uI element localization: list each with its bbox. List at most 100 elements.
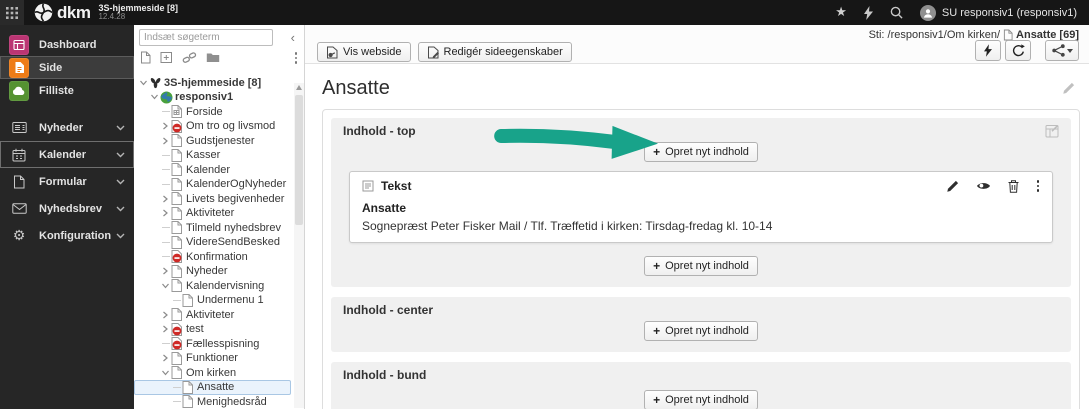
apps-grid-icon[interactable]	[0, 0, 24, 25]
edit-grid-icon[interactable]	[1045, 124, 1059, 138]
sidebar-item-dashboard[interactable]: Dashboard	[0, 33, 134, 56]
delete-trash-icon[interactable]	[1008, 179, 1019, 193]
sidebar-item-label: Side	[39, 61, 63, 74]
search-icon[interactable]	[890, 6, 903, 19]
tree-node-om-tro-og-livsmod[interactable]: Om tro og livsmod	[134, 119, 291, 134]
tree-node-funktioner[interactable]: Funktioner	[134, 351, 291, 366]
folder-icon[interactable]	[206, 52, 220, 63]
visibility-eye-icon[interactable]	[976, 181, 991, 191]
dkm-logo-icon	[34, 3, 53, 22]
tree-connector	[171, 299, 182, 301]
create-content-button[interactable]: + Opret nyt indhold	[644, 142, 758, 162]
page-icon	[171, 279, 185, 293]
restricted-page-icon	[171, 250, 185, 264]
page-icon	[171, 264, 185, 278]
tree-node-nyheder[interactable]: Nyheder	[134, 264, 291, 279]
link-icon[interactable]	[182, 51, 197, 64]
expand-node-icon[interactable]	[160, 137, 171, 145]
dkm-logo[interactable]: dkm	[34, 3, 91, 23]
expand-node-icon[interactable]	[160, 325, 171, 333]
tree-node-om-kirken[interactable]: Om kirken	[134, 366, 291, 381]
tree-connector	[171, 401, 182, 403]
sidebar-item-kalender[interactable]: Kalender	[0, 141, 134, 168]
edit-page-properties-button[interactable]: Redigér sideegenskaber	[417, 42, 572, 62]
tree-node-fællesspisning[interactable]: Fællesspisning	[134, 337, 291, 352]
refresh-button[interactable]	[1005, 40, 1031, 61]
tree-scrollbar[interactable]	[294, 83, 304, 408]
tree-node-forside[interactable]: Forside	[134, 105, 291, 120]
sidebar-item-formular[interactable]: Formular	[0, 168, 134, 195]
create-page-icon[interactable]	[140, 51, 151, 64]
collapse-node-icon[interactable]	[138, 79, 149, 87]
page-icon	[171, 308, 185, 322]
tree-node-label: Livets begivenheder	[186, 192, 285, 205]
tree-node-kalender[interactable]: Kalender	[134, 163, 291, 178]
tree-node-gudstjenester[interactable]: Gudstjenester	[134, 134, 291, 149]
create-content-button[interactable]: + Opret nyt indhold	[644, 321, 758, 341]
sidebar-item-side[interactable]: Side	[0, 56, 134, 79]
sidebar-item-label: Kalender	[39, 148, 87, 161]
page-icon	[171, 206, 185, 220]
kebab-menu-icon[interactable]	[1036, 179, 1041, 193]
tree-connector	[160, 183, 171, 185]
calendar-icon	[9, 145, 29, 165]
sidebar-item-konfiguration[interactable]: ⚙ Konfiguration	[0, 222, 134, 249]
create-content-button[interactable]: + Opret nyt indhold	[644, 390, 758, 409]
tree-node-kasser[interactable]: Kasser	[134, 148, 291, 163]
plus-icon: +	[653, 393, 661, 407]
share-button[interactable]	[1045, 40, 1079, 61]
tree-node-test[interactable]: test	[134, 322, 291, 337]
tree-node-undermenu-1[interactable]: Undermenu 1	[134, 293, 291, 308]
content-tree-panel: ‹ 3S-hjemmeside [8] responsiv1 Forside O…	[134, 25, 305, 409]
tree-search-input[interactable]	[139, 29, 273, 46]
chevron-down-icon	[116, 179, 125, 185]
user-menu[interactable]: SU responsiv1 (responsiv1)	[919, 4, 1077, 21]
tree-node-konfirmation[interactable]: Konfirmation	[134, 250, 291, 265]
expand-node-icon[interactable]	[160, 354, 171, 362]
tree-node-3s-hjemmeside-8[interactable]: 3S-hjemmeside [8]	[134, 76, 291, 91]
tree-node-videresendbesked[interactable]: VidereSendBesked	[134, 235, 291, 250]
view-website-button[interactable]: Vis webside	[317, 42, 411, 62]
create-content-button[interactable]: + Opret nyt indhold	[644, 256, 758, 276]
tree-node-menighedsråd[interactable]: Menighedsråd	[134, 395, 291, 409]
expand-node-icon[interactable]	[160, 122, 171, 130]
collapse-panel-icon[interactable]: ‹	[286, 31, 300, 44]
tree-node-livets-begivenheder[interactable]: Livets begivenheder	[134, 192, 291, 207]
tree-node-responsiv1[interactable]: responsiv1	[134, 90, 291, 105]
kebab-menu-icon[interactable]	[294, 51, 299, 65]
collapse-node-icon[interactable]	[160, 369, 171, 377]
expand-node-icon[interactable]	[160, 209, 171, 217]
edit-pencil-icon[interactable]	[946, 180, 959, 193]
editor-toolbar: Sti: /responsiv1/Om kirken/ Ansatte [69]…	[305, 25, 1089, 64]
expand-node-icon[interactable]	[160, 311, 171, 319]
sidebar-item-nyhedsbrev[interactable]: Nyhedsbrev	[0, 195, 134, 222]
sidebar-item-nyheder[interactable]: Nyheder	[0, 114, 134, 141]
tree-node-label: Kalender	[186, 163, 231, 176]
page-icon	[182, 380, 196, 394]
chevron-down-icon	[116, 152, 125, 158]
sidebar-item-filliste[interactable]: Filliste	[0, 79, 134, 102]
tree-node-aktiviteter[interactable]: Aktiviteter	[134, 308, 291, 323]
expand-node-icon[interactable]	[160, 195, 171, 203]
text-block-icon	[362, 180, 374, 192]
quick-actions-bolt-icon[interactable]	[863, 5, 873, 20]
content-block-body: Sognepræst Peter Fisker Mail / Tlf. Træf…	[362, 219, 773, 233]
page-content-card: Indhold - top + Opret nyt indhold Tekst	[322, 109, 1080, 409]
collapse-node-icon[interactable]	[160, 282, 171, 290]
scroll-up-icon[interactable]	[296, 85, 302, 90]
tree-node-tilmeld-nyhedsbrev[interactable]: Tilmeld nyhedsbrev	[134, 221, 291, 236]
edit-title-pencil-icon[interactable]	[1062, 82, 1075, 95]
tree-node-ansatte[interactable]: Ansatte	[134, 380, 291, 395]
tree-node-label: Menighedsråd	[197, 395, 267, 408]
form-icon	[9, 172, 29, 192]
content-block-tekst[interactable]: Tekst Ansatte Sognepræst Peter Fisker Ma…	[349, 171, 1053, 243]
tree-node-aktiviteter[interactable]: Aktiviteter	[134, 206, 291, 221]
collapse-node-icon[interactable]	[149, 93, 160, 101]
scrollbar-thumb[interactable]	[295, 95, 303, 225]
expand-node-icon[interactable]	[160, 267, 171, 275]
create-media-icon[interactable]	[160, 51, 173, 64]
quick-actions-button[interactable]	[975, 40, 1001, 61]
tree-node-kalendervisning[interactable]: Kalendervisning	[134, 279, 291, 294]
tree-node-kalenderognyheder[interactable]: KalenderOgNyheder	[134, 177, 291, 192]
favorites-star-icon[interactable]: ★	[835, 6, 847, 19]
